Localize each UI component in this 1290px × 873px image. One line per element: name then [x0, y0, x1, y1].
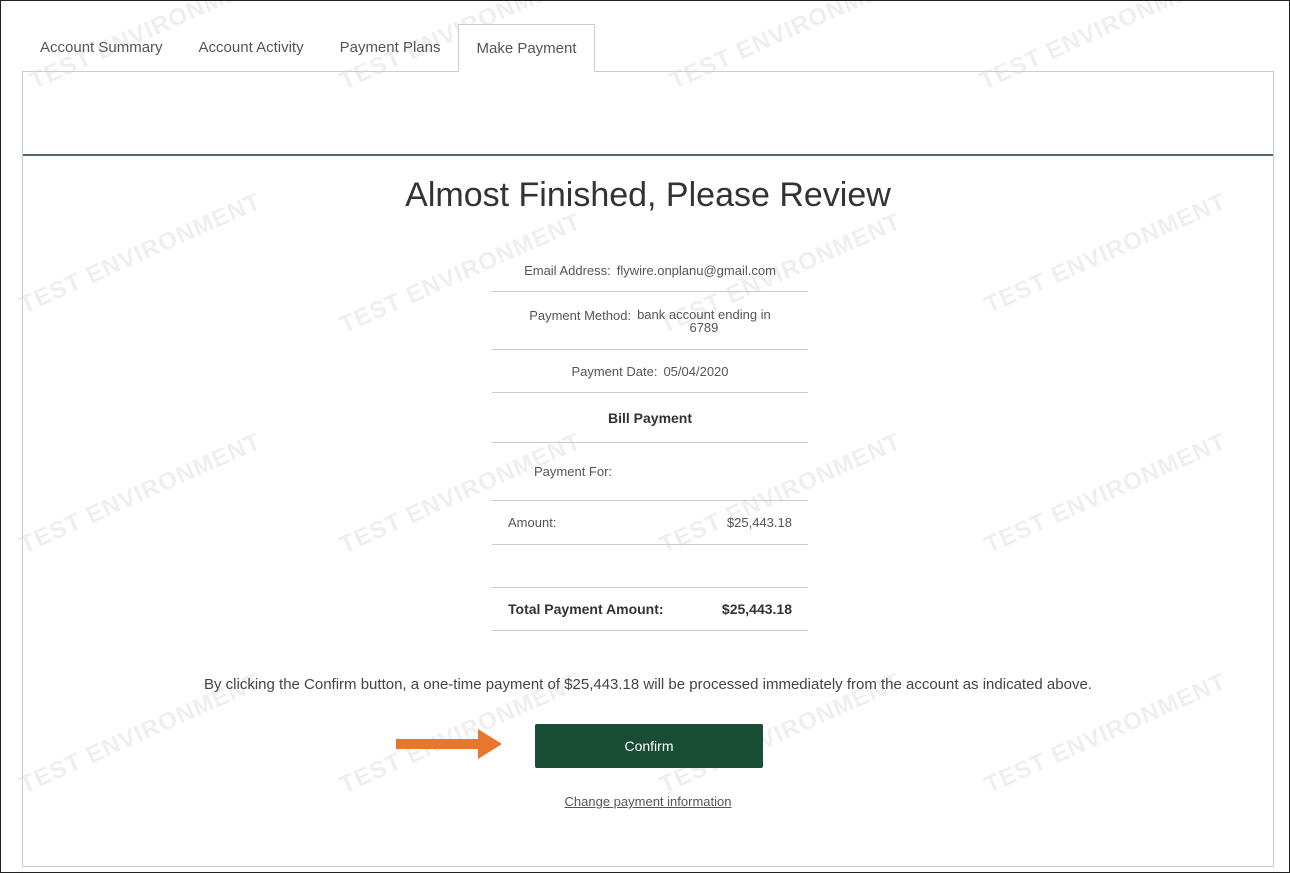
- payment-method-last4: 6789: [689, 319, 719, 335]
- total-label: Total Payment Amount:: [508, 601, 664, 617]
- amount-label: Amount:: [508, 515, 557, 530]
- payment-for-row: Payment For:: [492, 443, 808, 501]
- arrow-right-icon: [396, 729, 502, 759]
- email-value: flywire.onplanu@gmail.com: [616, 262, 776, 278]
- payment-method-row: Payment Method: bank account ending in 6…: [492, 292, 808, 350]
- header-divider: [23, 154, 1273, 156]
- amount-row: Amount: $25,443.18: [492, 501, 808, 545]
- payment-method-label: Payment Method:: [529, 307, 632, 323]
- make-payment-panel: Almost Finished, Please Review Email Add…: [22, 71, 1274, 867]
- confirm-button[interactable]: Confirm: [535, 724, 763, 768]
- spacer-row: [492, 545, 808, 588]
- email-row: Email Address: flywire.onplanu@gmail.com: [492, 249, 808, 292]
- amount-value: $25,443.18: [726, 515, 792, 530]
- payment-date-value: 05/04/2020: [663, 363, 729, 379]
- confirmation-notice: By clicking the Confirm button, a one-ti…: [204, 676, 1092, 693]
- payment-date-label: Payment Date:: [571, 363, 658, 379]
- tab-account-summary[interactable]: Account Summary: [22, 24, 181, 72]
- change-payment-link[interactable]: Change payment information: [23, 794, 1273, 809]
- email-label: Email Address:: [524, 262, 611, 278]
- page-title: Almost Finished, Please Review: [405, 176, 891, 214]
- total-row: Total Payment Amount: $25,443.18: [492, 588, 808, 631]
- payment-for-label: Payment For:: [534, 464, 613, 479]
- tab-make-payment[interactable]: Make Payment: [458, 24, 595, 72]
- tab-account-activity[interactable]: Account Activity: [181, 24, 322, 72]
- bill-payment-heading: Bill Payment: [492, 393, 808, 443]
- payment-date-row: Payment Date: 05/04/2020: [492, 350, 808, 393]
- total-value: $25,443.18: [721, 601, 792, 617]
- review-summary: Email Address: flywire.onplanu@gmail.com…: [492, 249, 808, 631]
- tab-payment-plans[interactable]: Payment Plans: [322, 24, 459, 72]
- tab-bar: Account Summary Account Activity Payment…: [22, 24, 595, 72]
